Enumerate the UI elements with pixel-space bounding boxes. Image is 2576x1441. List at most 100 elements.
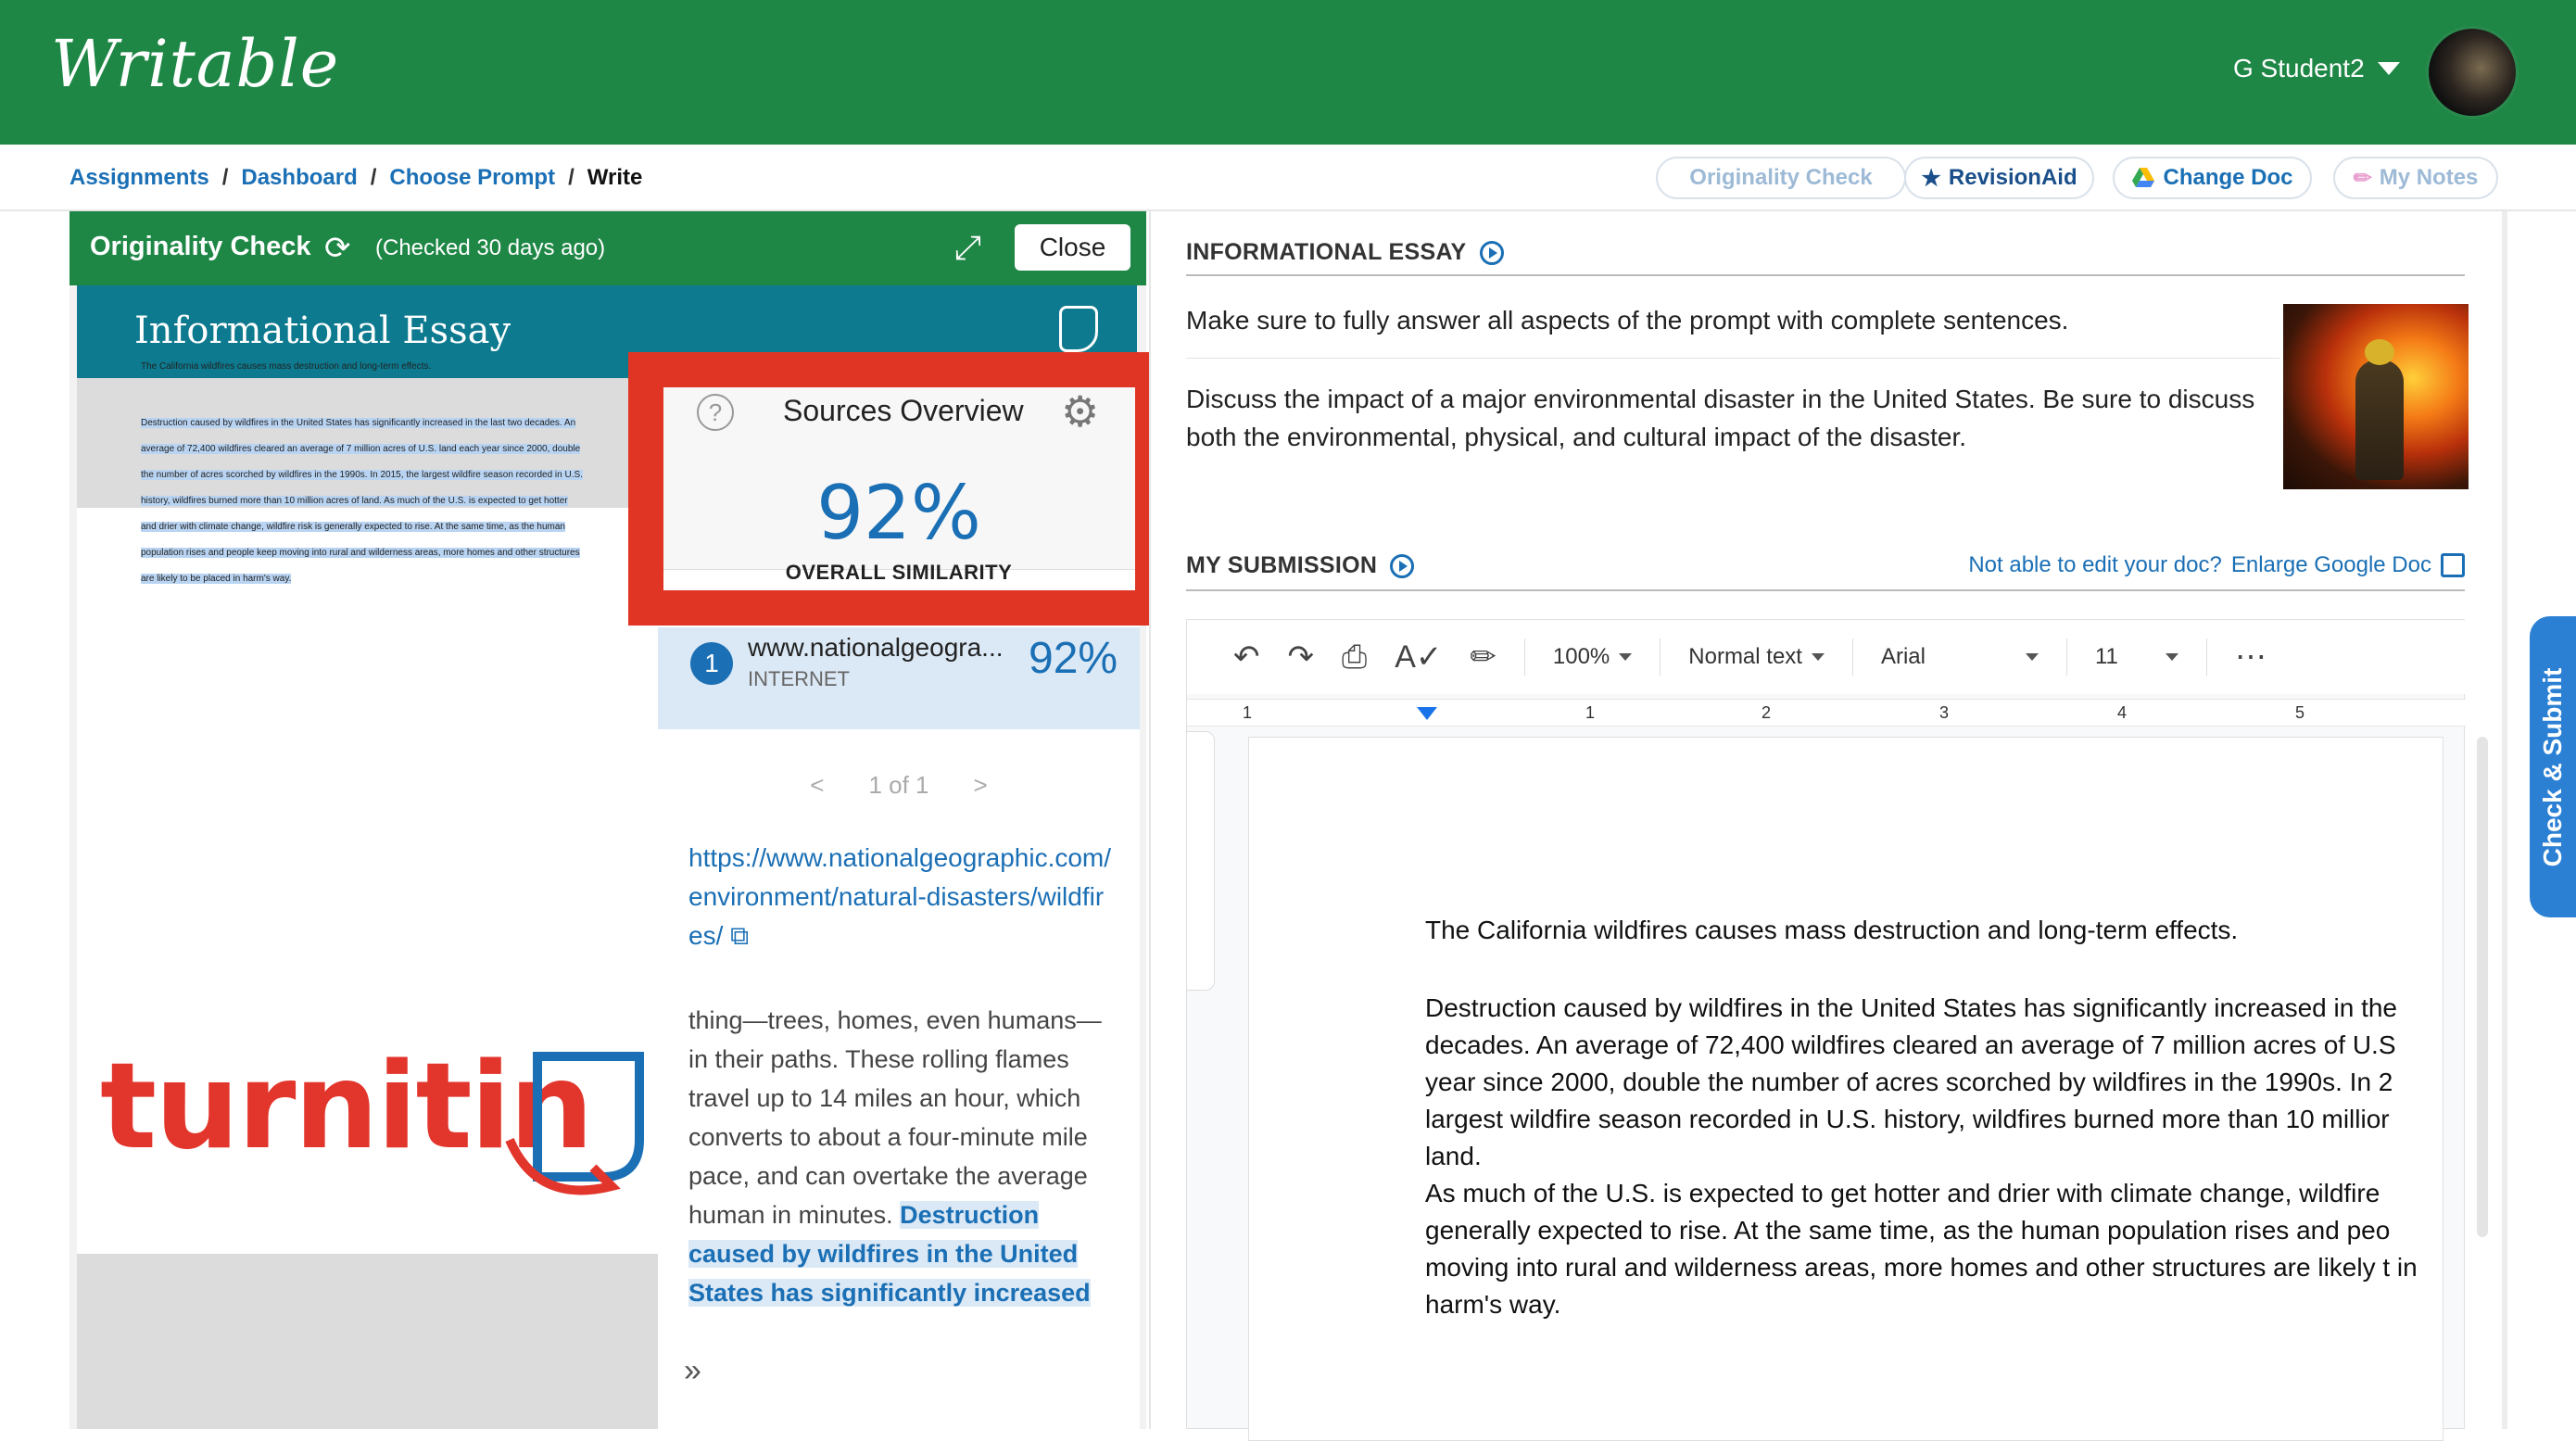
writing-panel: INFORMATIONAL ESSAY Make sure to fully a… — [1149, 211, 2502, 1441]
ruler-tick-label: 3 — [1939, 703, 1950, 722]
match-url[interactable]: www.nationalgeogra... — [748, 633, 1017, 663]
font-size-value: 11 — [2094, 644, 2118, 669]
outline-tab[interactable] — [1187, 731, 1215, 991]
divider — [1186, 358, 2279, 359]
toolbar-separator — [2205, 638, 2207, 676]
style-value: Normal text — [1688, 644, 1802, 669]
breadcrumb-choose-prompt[interactable]: Choose Prompt — [389, 165, 555, 191]
match-number-badge: 1 — [690, 642, 733, 685]
print-icon[interactable]: ⎙ — [1342, 639, 1367, 676]
document-scrollbar[interactable] — [2477, 737, 2488, 1237]
more-options-icon[interactable]: ⋯ — [2235, 638, 2267, 676]
revision-aid-label: RevisionAid — [1948, 165, 2077, 190]
toolbar-separator — [2065, 638, 2067, 676]
zoom-select[interactable]: 100% — [1553, 644, 1633, 670]
breadcrumb: Assignments / Dashboard / Choose Prompt … — [69, 165, 642, 191]
divider — [1186, 274, 2465, 276]
originality-check-label: Originality Check — [1689, 165, 1873, 190]
font-value: Arial — [1880, 644, 1926, 669]
ruler-tick-label: 5 — [2295, 703, 2305, 722]
revision-aid-button[interactable]: ★ RevisionAid — [1904, 157, 2094, 199]
redo-icon[interactable]: ↷ — [1288, 638, 1315, 676]
source-excerpt: thing—trees, homes, even humans—in their… — [688, 1001, 1115, 1316]
not-able-text: Not able to edit your doc? — [1968, 552, 2222, 577]
document-page[interactable]: The California wildfires causes mass des… — [1248, 737, 2443, 1441]
my-notes-label: My Notes — [2379, 165, 2479, 190]
prompt-section-title: INFORMATIONAL ESSAY — [1186, 239, 1504, 266]
ruler-tick-label: 1 — [1585, 703, 1596, 722]
chevron-left-icon[interactable]: < — [810, 771, 824, 800]
play-icon[interactable] — [1390, 553, 1415, 578]
breadcrumb-dashboard[interactable]: Dashboard — [241, 165, 357, 191]
source-excerpt-plain: thing—trees, homes, even humans—in their… — [688, 1006, 1102, 1229]
expand-icon[interactable]: ⤢ — [954, 228, 981, 268]
toolbar-separator — [1851, 638, 1853, 676]
submission-section-title: MY SUBMISSION — [1186, 552, 1415, 579]
checked-status: (Checked 30 days ago) — [375, 235, 606, 260]
source-link-text[interactable]: https://www.nationalgeographic.com/envir… — [688, 843, 1111, 950]
user-menu[interactable]: G Student2 — [2233, 54, 2400, 83]
writable-logo[interactable]: Writable — [51, 26, 339, 102]
sub-bar: Assignments / Dashboard / Choose Prompt … — [0, 145, 2576, 211]
avatar[interactable] — [2426, 26, 2519, 119]
close-button[interactable]: Close — [1015, 224, 1130, 271]
breadcrumb-current: Write — [587, 165, 643, 190]
undo-icon[interactable]: ↶ — [1233, 638, 1260, 676]
change-doc-button[interactable]: Change Doc — [2113, 157, 2312, 199]
toolbar-separator — [1660, 638, 1661, 676]
indent-marker[interactable] — [1417, 707, 1437, 720]
originality-bar: Originality Check ⟳ (Checked 30 days ago… — [69, 211, 1146, 285]
turnitin-doc-icon — [1059, 306, 1098, 352]
style-select[interactable]: Normal text — [1688, 644, 1825, 670]
star-icon: ★ — [1921, 165, 1941, 191]
play-icon[interactable] — [1479, 240, 1504, 265]
caret-down-icon[interactable] — [2377, 62, 2400, 75]
essay-title: Informational Essay — [134, 310, 511, 352]
source-link[interactable]: https://www.nationalgeographic.com/envir… — [688, 839, 1115, 955]
match-type: INTERNET — [748, 667, 850, 690]
breadcrumb-assignments[interactable]: Assignments — [69, 165, 209, 191]
firefighter-figure — [2355, 339, 2404, 480]
pencil-icon: ✏ — [2353, 165, 2372, 191]
originality-check-button[interactable]: Originality Check — [1656, 157, 1906, 199]
enlarge-icon[interactable] — [2441, 553, 2465, 577]
match-percent: 92% — [1029, 634, 1118, 683]
chevron-down-icon — [2165, 653, 2178, 661]
chevron-right-icon[interactable]: > — [974, 771, 988, 800]
prompt-section-label: INFORMATIONAL ESSAY — [1186, 239, 1467, 265]
document-paragraph: Destruction caused by wildfires in the U… — [1425, 993, 2397, 1170]
annotation-red-box — [628, 352, 1170, 626]
page-edge — [2502, 211, 2507, 1429]
change-doc-label: Change Doc — [2163, 165, 2293, 190]
spellcheck-icon[interactable]: A✓ — [1395, 638, 1442, 676]
document-paragraph: As much of the U.S. is expected to get h… — [1425, 1179, 2418, 1319]
google-drive-icon — [2132, 168, 2155, 187]
collapse-panel-icon[interactable]: » — [684, 1353, 701, 1389]
prompt-instruction-2: Discuss the impact of a major environmen… — [1186, 385, 2255, 451]
chevron-down-icon — [1811, 653, 1825, 661]
check-and-submit-tab[interactable]: Check & Submit — [2530, 616, 2576, 917]
my-notes-button[interactable]: ✏ My Notes — [2333, 157, 2498, 199]
ruler-tick-label: 1 — [1243, 703, 1253, 722]
breadcrumb-separator: / — [221, 165, 229, 190]
breadcrumb-separator: / — [568, 165, 575, 190]
mini-doc-title: The California wildfires causes mass des… — [141, 361, 432, 372]
submission-section-label: MY SUBMISSION — [1186, 552, 1378, 578]
user-name[interactable]: G Student2 — [2233, 54, 2365, 83]
prompt-instruction-1: Make sure to fully answer all aspects of… — [1186, 306, 2069, 335]
external-link-icon[interactable]: ⧉ — [730, 921, 749, 950]
enlarge-google-doc-link[interactable]: Enlarge Google Doc — [2231, 552, 2431, 578]
mini-doc-highlight: Destruction caused by wildfires in the U… — [141, 418, 583, 584]
font-select[interactable]: Arial — [1881, 644, 2039, 670]
ruler: 1 1 2 3 4 5 — [1187, 699, 2466, 727]
enlarge-doc-link[interactable]: Not able to edit your doc? Enlarge Googl… — [1968, 552, 2465, 578]
turnitin-logo-icon — [505, 1052, 644, 1195]
paint-format-icon[interactable]: ✏ — [1470, 638, 1496, 676]
ruler-tick-label: 2 — [1762, 703, 1772, 722]
match-pager: < 1 of 1 > — [658, 771, 1140, 800]
toolbar-separator — [1523, 638, 1525, 676]
pager-label: 1 of 1 — [868, 771, 929, 799]
refresh-icon[interactable]: ⟳ — [324, 230, 351, 267]
font-size-select[interactable]: 11 — [2095, 644, 2178, 670]
document-body: Destruction caused by wildfires in the U… — [1425, 990, 2443, 1323]
